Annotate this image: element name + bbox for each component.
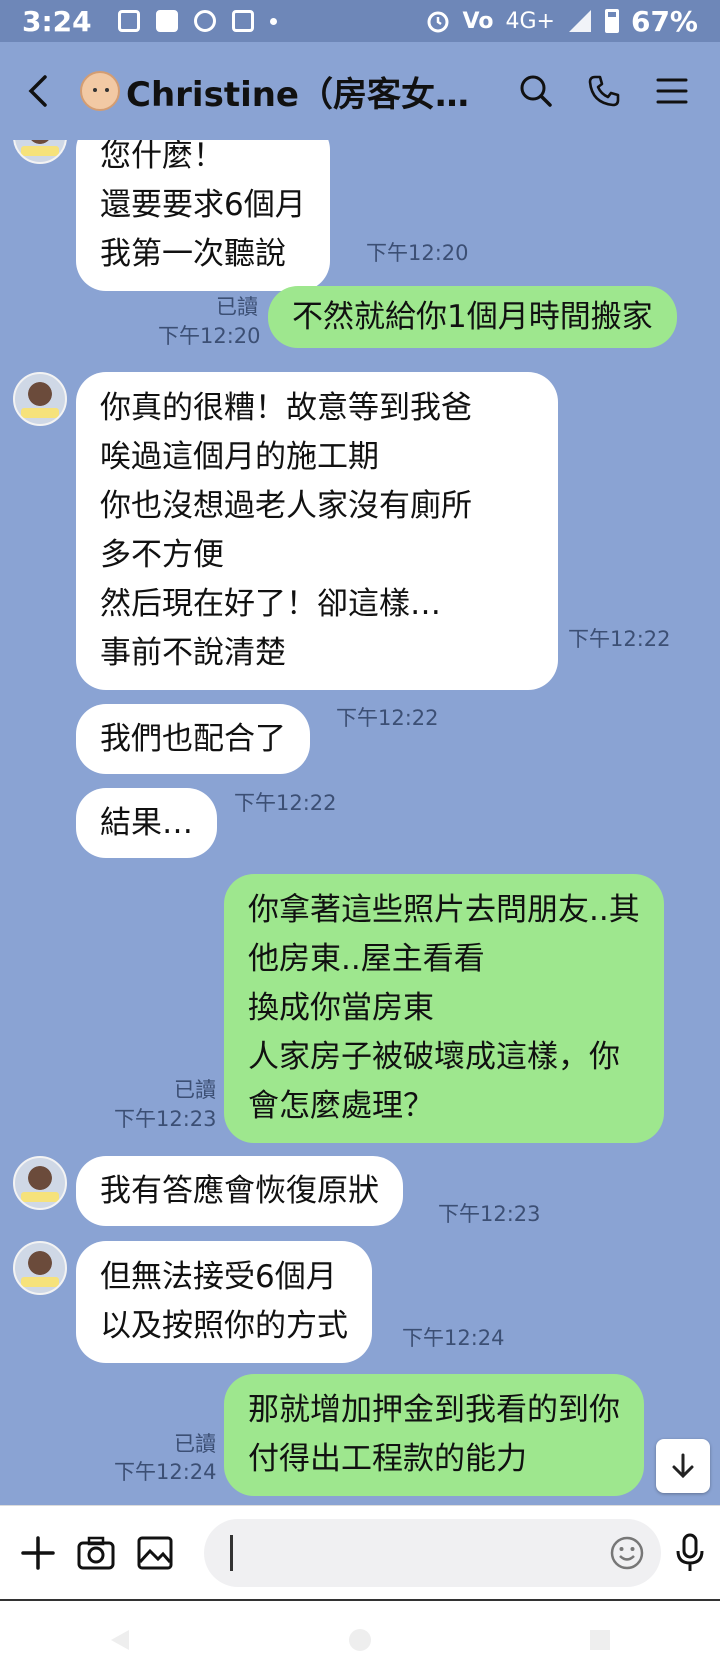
message-line: 你拿著這些照片去問朋友..其 [248, 892, 640, 928]
message-line: 付得出工程款的能力 [248, 1441, 527, 1477]
nav-home-button[interactable] [340, 1620, 380, 1660]
chat-header: Christine（房客女… [0, 42, 720, 140]
text-caret [230, 1534, 233, 1571]
message-time: 下午12:20 [158, 324, 261, 348]
message-line: 會怎麼處理？ [248, 1088, 434, 1124]
message-input-bar [0, 1505, 720, 1599]
alarm-icon [427, 11, 449, 33]
message-line: 我第一次聽說 [100, 236, 286, 272]
message-line: 換成你當房東 [248, 990, 434, 1026]
message-bubble-incoming[interactable]: 結果… [76, 788, 217, 858]
message-line: 但無法接受6個月 [100, 1259, 337, 1295]
message-time: 下午12:24 [114, 1460, 217, 1484]
message-line: 您什麼！ [100, 140, 224, 174]
scroll-to-bottom-button[interactable] [656, 1439, 710, 1493]
plus-icon [21, 1535, 55, 1570]
chat-title[interactable]: Christine（房客女… [126, 67, 486, 116]
message-line: 他房東..屋主看看 [248, 941, 485, 977]
nav-back-button[interactable] [100, 1620, 140, 1660]
contact-avatar[interactable] [13, 140, 67, 164]
battery-percent: 67% [630, 4, 698, 38]
read-receipt: 已讀 [216, 295, 258, 319]
chevron-left-icon [28, 75, 47, 107]
phone-icon [588, 75, 620, 107]
message-line: 你真的很糟！故意等到我爸 [100, 390, 472, 426]
message-line: 然后現在好了！卻這樣… [100, 586, 441, 622]
message-line: 你也沒想過老人家沒有廁所 [100, 488, 472, 524]
more-notifications-icon [269, 17, 277, 25]
message-bubble-incoming[interactable]: 您什麼！ 還要要求6個月 我第一次聽說 [76, 140, 330, 291]
message-line: 那就增加押金到我看的到你 [248, 1392, 620, 1428]
message-line: 以及按照你的方式 [100, 1308, 348, 1344]
chrome-icon [193, 10, 216, 32]
voice-button[interactable] [675, 1529, 705, 1577]
call-button[interactable] [584, 71, 624, 111]
notification-icon [117, 10, 140, 32]
chat-messages[interactable]: 您什麼！ 還要要求6個月 我第一次聽說 下午12:20 已讀 下午12:20 不… [0, 140, 720, 1505]
nav-recents-button[interactable] [580, 1620, 620, 1660]
camera-icon [77, 1536, 115, 1569]
baby-face-icon [80, 71, 120, 111]
emoji-button[interactable] [609, 1535, 645, 1575]
triangle-back-icon [111, 1630, 129, 1650]
microphone-icon [676, 1533, 704, 1571]
search-icon [520, 75, 552, 107]
message-bubble-incoming[interactable]: 我有答應會恢復原狀 [76, 1156, 403, 1226]
message-bubble-outgoing[interactable]: 那就增加押金到我看的到你 付得出工程款的能力 [224, 1374, 644, 1496]
status-bar: 3:24 Vo 4G+ 67% [0, 0, 720, 42]
message-time: 下午12:24 [402, 1326, 505, 1350]
contact-avatar[interactable] [13, 1241, 67, 1295]
message-time: 下午12:23 [114, 1107, 217, 1131]
message-time: 下午12:20 [366, 241, 469, 265]
message-line: 我們也配合了 [100, 721, 286, 757]
message-line: 人家房子被破壞成這樣，你 [248, 1039, 620, 1075]
message-line: 還要要求6個月 [100, 187, 306, 223]
contact-avatar[interactable] [13, 1156, 67, 1210]
contact-avatar[interactable] [13, 372, 67, 426]
message-bubble-outgoing[interactable]: 不然就給你1個月時間搬家 [268, 286, 677, 348]
status-time: 3:24 [22, 4, 92, 38]
message-line: 結果… [100, 805, 193, 841]
menu-button[interactable] [652, 71, 692, 111]
back-button[interactable] [0, 42, 80, 140]
gallery-button[interactable] [136, 1529, 174, 1577]
message-time: 下午12:22 [336, 706, 439, 730]
message-input[interactable] [204, 1518, 661, 1587]
message-bubble-incoming[interactable]: 但無法接受6個月 以及按照你的方式 [76, 1241, 372, 1363]
message-line: 多不方便 [100, 537, 224, 573]
instagram-icon [231, 10, 254, 32]
message-bubble-incoming[interactable]: 我們也配合了 [76, 704, 310, 774]
hamburger-menu-icon [656, 78, 688, 104]
message-time: 下午12:22 [234, 791, 337, 815]
message-time: 下午12:23 [438, 1202, 541, 1226]
signal-icon [568, 10, 591, 32]
read-receipt: 已讀 [174, 1432, 216, 1456]
system-nav-bar [0, 1599, 720, 1679]
message-line: 唉過這個月的施工期 [100, 439, 379, 475]
message-line: 我有答應會恢復原狀 [100, 1173, 379, 1209]
square-recents-icon [590, 1630, 610, 1650]
gallery-notification-icon [155, 10, 178, 32]
message-bubble-outgoing[interactable]: 你拿著這些照片去問朋友..其 他房東..屋主看看 換成你當房東 人家房子被破壞成… [224, 874, 664, 1143]
message-bubble-incoming[interactable]: 你真的很糟！故意等到我爸 唉過這個月的施工期 你也沒想過老人家沒有廁所 多不方便… [76, 372, 558, 690]
circle-home-icon [349, 1629, 371, 1651]
network-type: 4G+ [505, 8, 555, 34]
volte-icon: Vo [462, 8, 494, 34]
arrow-down-icon [672, 1453, 694, 1479]
add-button[interactable] [20, 1529, 56, 1577]
emoji-icon [610, 1536, 644, 1569]
message-line: 不然就給你1個月時間搬家 [292, 299, 653, 335]
search-button[interactable] [516, 71, 556, 111]
read-receipt: 已讀 [174, 1078, 216, 1102]
image-icon [137, 1536, 173, 1569]
battery-icon [604, 9, 619, 33]
message-time: 下午12:22 [568, 627, 671, 651]
message-line: 事前不說清楚 [100, 635, 286, 671]
camera-button[interactable] [76, 1529, 116, 1577]
